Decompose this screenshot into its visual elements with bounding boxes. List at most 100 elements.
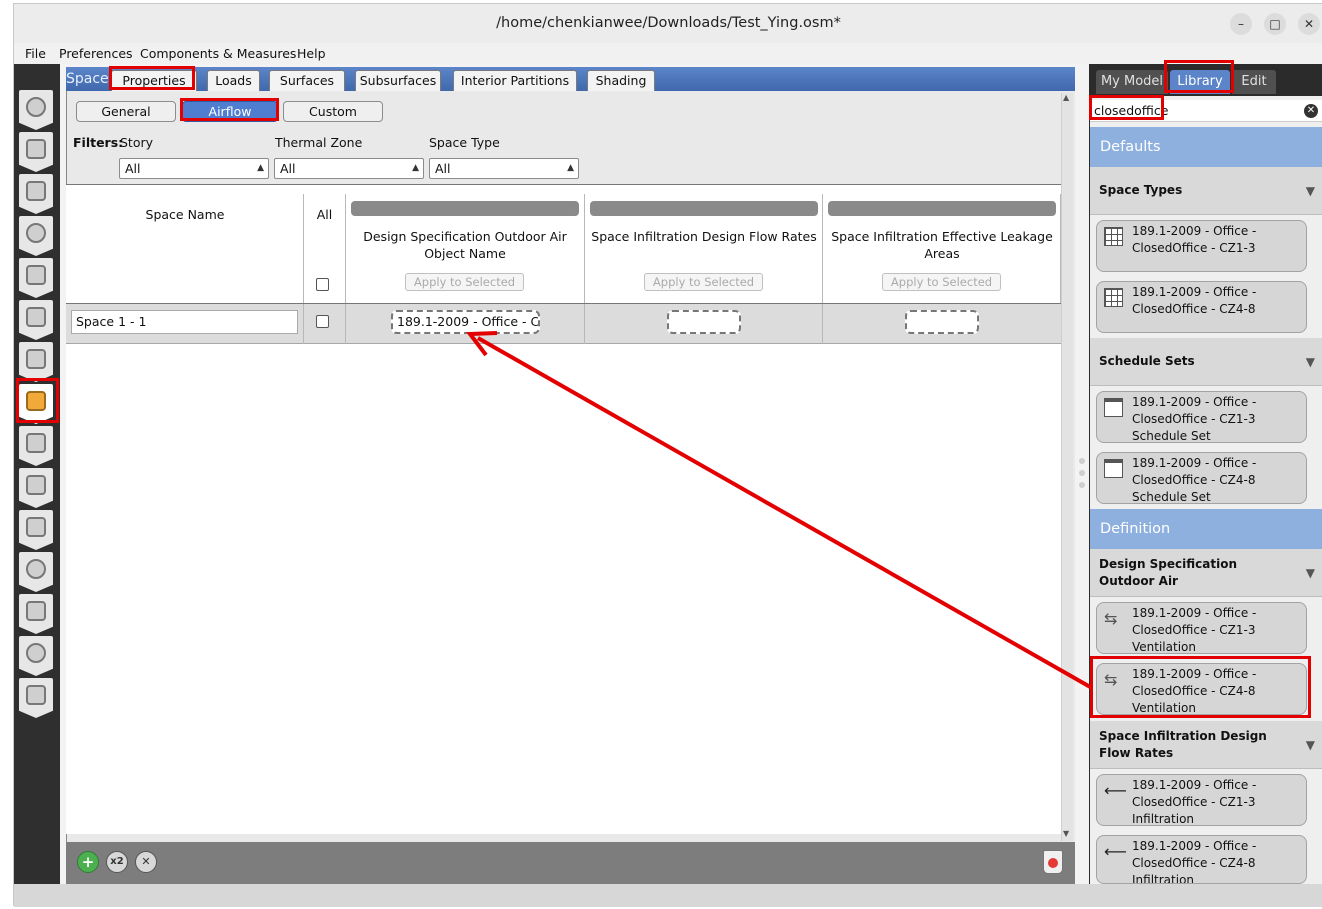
header-infiltration-rates: Space Infiltration Design Flow Rates (591, 229, 817, 244)
space-type-filter-value: All (435, 161, 451, 176)
maximize-button[interactable]: □ (1264, 13, 1286, 35)
site-tab[interactable] (19, 90, 53, 130)
apply-to-selected-infiltration-rates-button[interactable]: Apply to Selected (644, 273, 763, 291)
close-button[interactable]: ✕ (1298, 13, 1320, 35)
hvac-systems-tab[interactable] (19, 468, 53, 508)
header-outdoor-air: Design Specification Outdoor Air Object … (363, 229, 567, 261)
cube-icon (26, 265, 46, 285)
bar-chart-icon (26, 685, 46, 705)
cross-arrows-icon (26, 517, 46, 537)
menu-preferences[interactable]: Preferences (59, 44, 133, 63)
ventilation-icon: ⇆ (1104, 609, 1118, 628)
item-label: 189.1-2009 - Office - ClosedOffice - CZ1… (1132, 606, 1257, 654)
row-select-checkbox[interactable] (316, 315, 329, 328)
tab-loads[interactable]: Loads (207, 70, 260, 91)
results-tab[interactable] (19, 678, 53, 718)
tab-properties[interactable]: Properties (111, 70, 197, 91)
item-label: 189.1-2009 - Office - ClosedOffice - CZ4… (1132, 285, 1257, 316)
infiltration-rates-drop-cell[interactable] (667, 310, 741, 334)
facility-tab[interactable] (19, 342, 53, 382)
library-item-space-type-cz4-8[interactable]: 189.1-2009 - Office - ClosedOffice - CZ4… (1096, 281, 1307, 333)
subtab-custom[interactable]: Custom (283, 101, 383, 122)
filters-label: Filters: (73, 135, 124, 150)
library-item-space-type-cz1-3[interactable]: 189.1-2009 - Office - ClosedOffice - CZ1… (1096, 220, 1307, 272)
floorplan-icon (26, 307, 46, 327)
story-filter-select[interactable]: All ▲ (119, 158, 269, 179)
thermal-zone-filter-select[interactable]: All ▲ (274, 158, 424, 179)
library-item-schedule-set-cz4-8[interactable]: 189.1-2009 - Office - ClosedOffice - CZ4… (1096, 452, 1307, 504)
apply-to-selected-infiltration-areas-button[interactable]: Apply to Selected (882, 273, 1001, 291)
library-search-input[interactable]: closedoffice (1090, 100, 1322, 122)
menu-bar: File Preferences Components & Measures H… (14, 43, 1322, 64)
category-schedule-sets[interactable]: Schedule Sets ▼ (1090, 338, 1322, 386)
remove-space-button[interactable]: ✕ (135, 851, 157, 873)
title-bar: /home/chenkianwee/Downloads/Test_Ying.os… (14, 4, 1322, 43)
tab-edit[interactable]: Edit (1232, 70, 1276, 94)
library-item-schedule-set-cz1-3[interactable]: 189.1-2009 - Office - ClosedOffice - CZ1… (1096, 391, 1307, 443)
space-types-tab[interactable] (19, 258, 53, 298)
subtab-general[interactable]: General (76, 101, 176, 122)
grid-vertical-scrollbar[interactable]: ▲ ▼ (1061, 93, 1073, 841)
menu-file[interactable]: File (25, 44, 46, 63)
collapse-triangle-icon: ▼ (1305, 565, 1315, 580)
measures-tab[interactable] (19, 594, 53, 634)
category-space-types[interactable]: Space Types ▼ (1090, 167, 1322, 215)
subtab-airflow[interactable]: Airflow (182, 101, 278, 122)
select-all-checkbox[interactable] (316, 278, 329, 291)
output-variables-tab[interactable] (19, 510, 53, 550)
schedule-set-icon (1104, 398, 1123, 417)
menu-components-measures[interactable]: Components & Measures (140, 44, 296, 63)
run-simulation-tab[interactable] (19, 636, 53, 676)
schedules-tab[interactable] (19, 132, 53, 172)
updown-arrow-icon: ▲ (257, 163, 264, 173)
tab-shading[interactable]: Shading (587, 70, 655, 91)
category-infiltration[interactable]: Space Infiltration Design Flow Rates ▼ (1090, 721, 1322, 769)
copy-space-button[interactable]: x2 (106, 851, 128, 873)
outdoor-air-drop-cell[interactable]: 189.1-2009 - Office - ClosedOffice - CZ4… (391, 310, 540, 334)
minimize-button[interactable]: – (1230, 13, 1252, 35)
window-title: /home/chenkianwee/Downloads/Test_Ying.os… (496, 15, 841, 31)
tab-surfaces[interactable]: Surfaces (269, 70, 345, 91)
tab-my-model[interactable]: My Model (1096, 70, 1168, 94)
category-outdoor-air[interactable]: Design Specification Outdoor Air ▼ (1090, 549, 1322, 597)
updown-arrow-icon: ▲ (567, 163, 574, 173)
add-space-button[interactable]: + (77, 851, 99, 873)
apply-to-selected-outdoor-air-button[interactable]: Apply to Selected (405, 273, 524, 291)
library-item-ventilation-cz4-8[interactable]: ⇆ 189.1-2009 - Office - ClosedOffice - CZ… (1096, 663, 1307, 715)
item-label: 189.1-2009 - Office - ClosedOffice - CZ1… (1132, 395, 1257, 443)
calendar-icon (26, 139, 46, 159)
scroll-up-icon[interactable]: ▲ (1063, 93, 1069, 102)
infiltration-icon: ⟵ (1104, 781, 1127, 800)
library-item-infiltration-cz1-3[interactable]: ⟵ 189.1-2009 - Office - ClosedOffice - CZ… (1096, 774, 1307, 826)
tab-interior-partitions[interactable]: Interior Partitions (453, 70, 577, 91)
ventilation-icon: ⇆ (1104, 670, 1118, 689)
tab-subsurfaces[interactable]: Subsurfaces (355, 70, 441, 91)
globe-icon (26, 97, 46, 117)
library-item-infiltration-cz4-8[interactable]: ⟵ 189.1-2009 - Office - ClosedOffice - CZ… (1096, 835, 1307, 884)
infiltration-areas-drop-cell[interactable] (905, 310, 979, 334)
header-infiltration-areas: Space Infiltration Effective Leakage Are… (831, 229, 1053, 261)
tab-library[interactable]: Library (1170, 70, 1230, 94)
space-type-icon (1104, 227, 1123, 246)
splitter-dot[interactable] (1079, 482, 1085, 488)
purge-trash-icon[interactable] (1043, 850, 1063, 874)
left-tab-strip (14, 64, 60, 884)
geometry-tab[interactable] (19, 300, 53, 340)
splitter-dot[interactable] (1079, 470, 1085, 476)
splitter-dot[interactable] (1079, 458, 1085, 464)
spaces-tab[interactable] (19, 384, 53, 424)
space-name-input[interactable]: Space 1 - 1 (71, 310, 298, 334)
collapse-triangle-icon: ▼ (1305, 354, 1315, 369)
column-drop-zone-bar (828, 201, 1056, 216)
clear-search-icon[interactable]: ✕ (1304, 104, 1318, 118)
loads-tab[interactable] (19, 216, 53, 256)
recycle-mark (1048, 858, 1058, 868)
scroll-down-icon[interactable]: ▼ (1063, 829, 1069, 838)
thermal-zones-tab[interactable] (19, 426, 53, 466)
simulation-settings-tab[interactable] (19, 552, 53, 592)
space-type-filter-select[interactable]: All ▲ (429, 158, 579, 179)
constructions-tab[interactable] (19, 174, 53, 214)
library-item-ventilation-cz1-3[interactable]: ⇆ 189.1-2009 - Office - ClosedOffice - CZ… (1096, 602, 1307, 654)
menu-help[interactable]: Help (297, 44, 326, 63)
item-label: 189.1-2009 - Office - ClosedOffice - CZ4… (1132, 667, 1257, 715)
